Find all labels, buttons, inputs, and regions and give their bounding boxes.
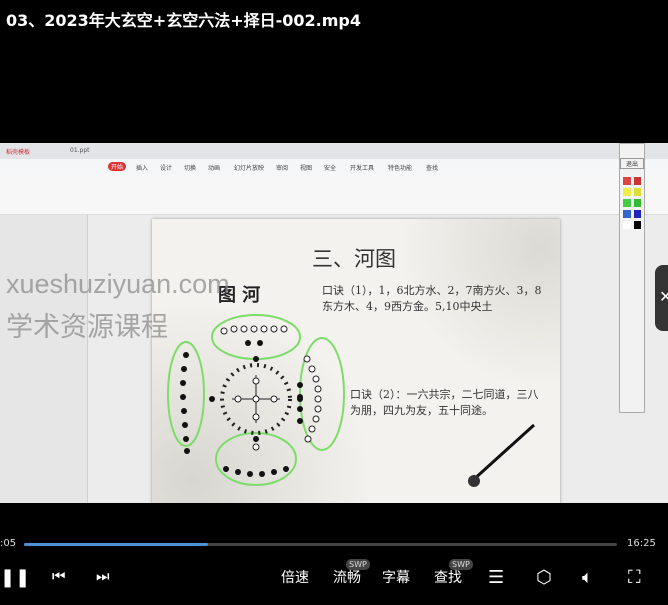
wps-ribbon — [0, 175, 668, 215]
menu-special: 特色功能 — [388, 165, 413, 172]
exit-button[interactable]: 退出 — [620, 158, 644, 169]
progress-fill — [24, 543, 208, 546]
video-frame[interactable]: 稻壳模板 01.ppt 开始 插入 设计 切换 动画 幻灯片放映 审阅 视图 安… — [0, 143, 668, 503]
tab-template: 稻壳模板 — [6, 149, 31, 156]
menu-slideshow: 幻灯片放映 — [234, 165, 265, 172]
menu-design: 设计 — [160, 165, 173, 172]
video-title: 03、2023年大玄空+玄空六法+择日-002.mp4 — [6, 11, 361, 30]
search-button[interactable]: 查找 — [434, 567, 462, 587]
close-icon[interactable]: ✕ — [655, 265, 668, 331]
watermark-url: xueshuziyuan.com — [6, 269, 230, 299]
volume-icon[interactable]: 🔈︎ — [582, 567, 593, 588]
settings-icon[interactable]: ⬡ — [536, 567, 552, 588]
menu-home: 开始 — [108, 162, 127, 171]
quality-button[interactable]: 流畅 — [333, 567, 361, 587]
playlist-icon[interactable]: ☰ — [488, 567, 504, 588]
menu-review: 审阅 — [276, 165, 289, 172]
menu-animation: 动画 — [208, 165, 221, 172]
color-palette[interactable] — [623, 177, 641, 229]
slide: 三、河图 图 河 口诀（1），1，6北方水、2，7南方火、3，8东方木、4，9西… — [152, 219, 560, 503]
menu-insert: 插入 — [136, 165, 149, 172]
wps-menubar: 开始 插入 设计 切换 动画 幻灯片放映 审阅 视图 安全 开发工具 特色功能 … — [0, 159, 668, 175]
previous-icon[interactable]: ⏮ — [52, 567, 66, 585]
menu-view: 视图 — [300, 165, 313, 172]
annotation-toolbar[interactable]: 退出 — [619, 143, 645, 413]
duration: 16:25 — [627, 538, 656, 549]
progress-bar[interactable] — [24, 543, 617, 546]
player-controls: :05 16:25 ❚❚ ⏮ ⏭ 倍速 SWP 流畅 字幕 SWP 查找 ☰ ⬡… — [0, 503, 668, 605]
current-time: :05 — [0, 538, 17, 549]
wps-tabbar: 稻壳模板 01.ppt — [0, 143, 668, 159]
pause-icon[interactable]: ❚❚ — [0, 567, 30, 588]
subtitle-button[interactable]: 字幕 — [382, 567, 410, 587]
menu-security: 安全 — [324, 165, 337, 172]
speed-button[interactable]: 倍速 — [281, 567, 309, 587]
tab-ppt: 01.ppt — [70, 147, 90, 154]
watermark-text: 学术资源课程 — [6, 312, 168, 342]
slide-thumbnail-pane — [0, 215, 88, 503]
fullscreen-icon[interactable]: ⛶ — [628, 567, 641, 588]
menu-find: 查找 — [426, 165, 439, 172]
hetu-diagram — [167, 314, 536, 487]
menu-dev: 开发工具 — [350, 165, 375, 172]
next-icon[interactable]: ⏭ — [96, 567, 110, 585]
menu-transition: 切换 — [184, 165, 197, 172]
